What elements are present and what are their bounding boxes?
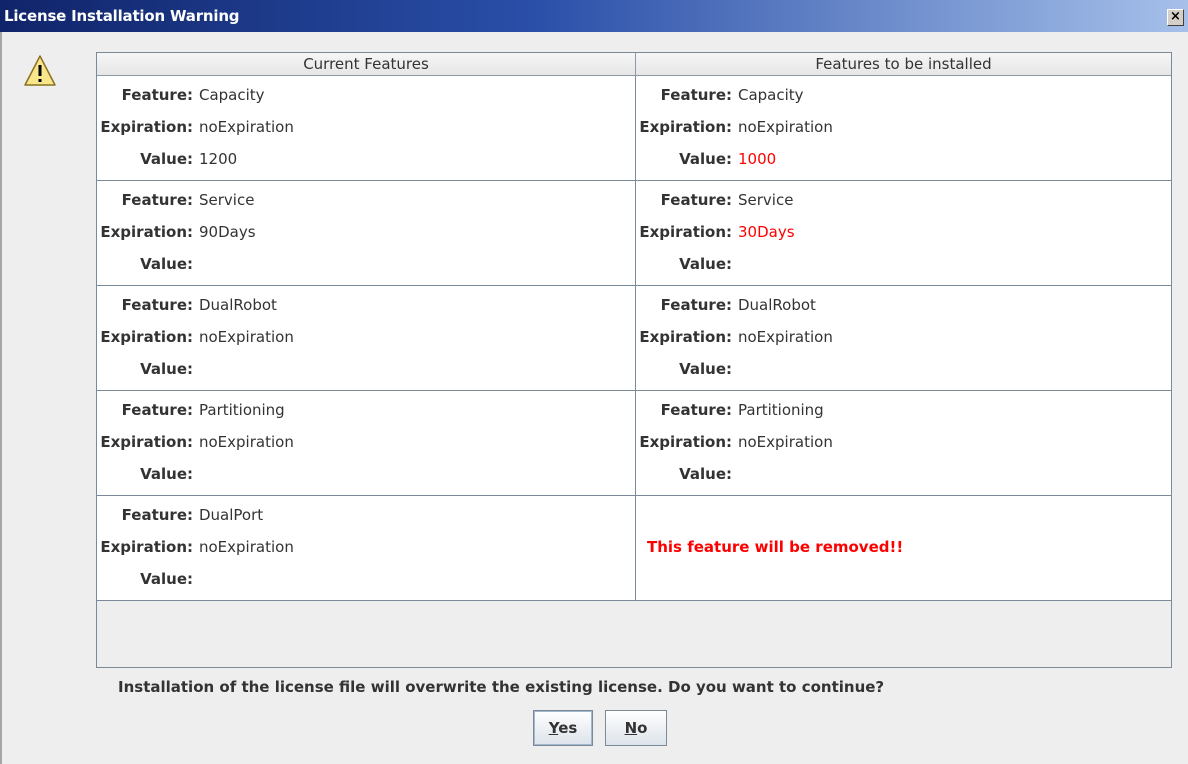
table-header: Current Features Features to be installe… — [97, 53, 1171, 76]
expiration-value: noExpiration — [199, 538, 294, 556]
feature-value: Partitioning — [738, 401, 824, 419]
value-label: Value: — [679, 255, 732, 273]
installed-feature-cell: Feature: Capacity Expiration: noExpiration… — [636, 76, 1171, 180]
current-feature-cell: Feature: Capacity Expiration: noExpiration… — [97, 76, 636, 180]
expiration-value: noExpiration — [199, 328, 294, 346]
feature-value: DualPort — [199, 506, 264, 524]
expiration-label: Expiration: — [639, 328, 732, 346]
no-label: o — [637, 719, 648, 737]
warning-icon — [24, 55, 56, 86]
table-row[interactable]: Feature: DualRobot Expiration: noExpiratio… — [97, 286, 1171, 391]
expiration-value: 90Days — [199, 223, 256, 241]
window-title: License Installation Warning — [4, 7, 240, 25]
table-row[interactable]: Feature: Service Expiration: 90Days Value:… — [97, 181, 1171, 286]
yes-button[interactable]: Yes — [533, 710, 593, 746]
current-feature-cell: Feature: DualRobot Expiration: noExpiratio… — [97, 286, 636, 390]
value-label: Value: — [140, 150, 193, 168]
value-label: Value: — [679, 465, 732, 483]
changed-value-value: 1000 — [738, 150, 777, 168]
value-label: Value: — [679, 360, 732, 378]
feature-value: Service — [199, 191, 255, 209]
feature-label: Feature: — [121, 506, 193, 524]
feature-value: DualRobot — [738, 296, 816, 314]
installed-feature-cell: Feature: Partitioning Expiration: noExpira… — [636, 391, 1171, 495]
value-label: Value: — [140, 465, 193, 483]
feature-label: Feature: — [660, 401, 732, 419]
yes-mnemonic: Y — [548, 719, 559, 737]
no-mnemonic: N — [624, 719, 638, 737]
current-feature-cell: Feature: DualPort Expiration: noExpiration… — [97, 496, 636, 600]
expiration-label: Expiration: — [100, 328, 193, 346]
expiration-label: Expiration: — [639, 118, 732, 136]
value-label: Value: — [140, 570, 193, 588]
window-border — [0, 32, 2, 764]
confirmation-message: Installation of the license file will ov… — [118, 678, 885, 696]
table-row[interactable]: Feature: DualPort Expiration: noExpiration… — [97, 496, 1171, 601]
column-header-installed[interactable]: Features to be installed — [636, 53, 1171, 76]
feature-value: Capacity — [199, 86, 265, 104]
feature-label: Feature: — [121, 191, 193, 209]
expiration-label: Expiration: — [100, 433, 193, 451]
close-button[interactable]: × — [1167, 9, 1184, 26]
feature-label: Feature: — [121, 296, 193, 314]
installed-feature-cell: Feature: DualRobot Expiration: noExpiratio… — [636, 286, 1171, 390]
value-label: Value: — [140, 360, 193, 378]
expiration-value: noExpiration — [199, 433, 294, 451]
value-label: Value: — [140, 255, 193, 273]
table-body: Feature: Capacity Expiration: noExpiration… — [97, 76, 1171, 601]
feature-label: Feature: — [660, 296, 732, 314]
column-header-current[interactable]: Current Features — [97, 53, 636, 76]
feature-value: Capacity — [738, 86, 804, 104]
feature-label: Feature: — [121, 86, 193, 104]
expiration-value: noExpiration — [199, 118, 294, 136]
current-feature-cell: Feature: Partitioning Expiration: noExpira… — [97, 391, 636, 495]
feature-value: DualRobot — [199, 296, 277, 314]
current-feature-cell: Feature: Service Expiration: 90Days Value: — [97, 181, 636, 285]
expiration-label: Expiration: — [100, 118, 193, 136]
installed-feature-cell: This feature will be removed!! — [636, 496, 1171, 600]
feature-label: Feature: — [121, 401, 193, 419]
table-row[interactable]: Feature: Capacity Expiration: noExpiration… — [97, 76, 1171, 181]
yes-label: es — [558, 719, 578, 737]
value-label: Value: — [679, 150, 732, 168]
expiration-value: noExpiration — [738, 433, 833, 451]
feature-comparison-table: Current Features Features to be installe… — [96, 52, 1172, 668]
expiration-label: Expiration: — [639, 433, 732, 451]
expiration-label: Expiration: — [639, 223, 732, 241]
feature-value: Partitioning — [199, 401, 285, 419]
table-row[interactable]: Feature: Partitioning Expiration: noExpira… — [97, 391, 1171, 496]
feature-label: Feature: — [660, 191, 732, 209]
expiration-value: noExpiration — [738, 328, 833, 346]
changed-expiration-value: 30Days — [738, 223, 795, 241]
feature-value: Service — [738, 191, 794, 209]
installed-feature-cell: Feature: Service Expiration: 30Days Value: — [636, 181, 1171, 285]
expiration-label: Expiration: — [100, 223, 193, 241]
expiration-label: Expiration: — [100, 538, 193, 556]
removal-warning: This feature will be removed!! — [647, 538, 904, 556]
feature-label: Feature: — [660, 86, 732, 104]
value-value: 1200 — [199, 150, 238, 168]
no-button[interactable]: No — [605, 710, 667, 746]
title-bar: License Installation Warning × — [0, 0, 1188, 32]
expiration-value: noExpiration — [738, 118, 833, 136]
